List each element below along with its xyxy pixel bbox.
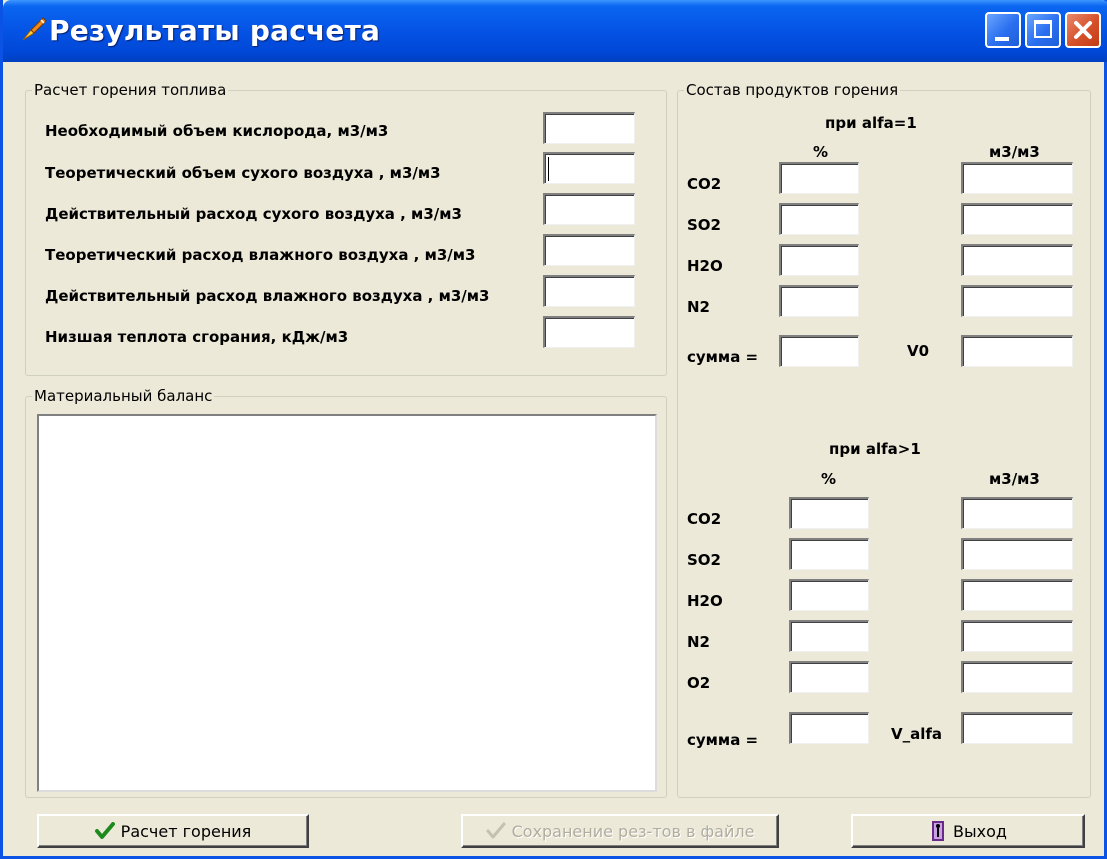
alfa1-so2-percent-field[interactable]	[779, 203, 859, 235]
alfa1-row-label: N2	[687, 298, 710, 316]
alfa-gt1-heading: при alfa>1	[829, 440, 921, 458]
alfa-gt1-row-label: O2	[687, 674, 711, 692]
close-icon	[1074, 21, 1092, 39]
alfa-gt1-so2-percent-field[interactable]	[789, 538, 869, 570]
exit-door-icon	[929, 820, 947, 842]
alfa-gt1-volume-header: м3/м3	[989, 470, 1040, 488]
fuel-row-label: Теоретический расход влажного воздуха , …	[45, 246, 476, 264]
alfa-gt1-so2-volume-field[interactable]	[961, 538, 1073, 570]
lower-heating-value-field[interactable]	[543, 316, 635, 348]
alfa-gt1-row-label: H2O	[687, 592, 723, 610]
fuel-row-label: Низшая теплота сгорания, кДж/м3	[45, 328, 349, 346]
alfa1-v0-label: V0	[907, 342, 930, 360]
alfa-gt1-valfa-label: V_alfa	[891, 725, 943, 743]
alfa-gt1-co2-volume-field[interactable]	[961, 497, 1073, 529]
theoretical-dry-air-field[interactable]	[543, 152, 635, 184]
fuel-row-label: Необходимый объем кислорода, м3/м3	[45, 122, 389, 140]
alfa-gt1-n2-volume-field[interactable]	[961, 620, 1073, 652]
alfa1-row-label: CO2	[687, 175, 722, 193]
alfa1-h2o-percent-field[interactable]	[779, 244, 859, 276]
save-results-label: Сохранение рез-тов в файле	[511, 821, 755, 841]
checkmark-icon	[486, 822, 506, 840]
material-balance-group-title: Материальный баланс	[32, 387, 215, 405]
alfa-gt1-sum-label: сумма =	[687, 731, 759, 749]
alfa-gt1-o2-percent-field[interactable]	[789, 661, 869, 693]
exit-button[interactable]: Выход	[851, 814, 1085, 848]
alfa-gt1-sum-field[interactable]	[789, 712, 869, 744]
actual-wet-air-field[interactable]	[543, 275, 635, 307]
alfa1-row-label: H2O	[687, 257, 723, 275]
alfa1-n2-percent-field[interactable]	[779, 285, 859, 317]
alfa1-so2-volume-field[interactable]	[961, 203, 1073, 235]
checkmark-icon	[94, 822, 115, 840]
fuel-row-label: Действительный расход сухого воздуха , м…	[45, 205, 462, 223]
alfa-gt1-o2-volume-field[interactable]	[961, 661, 1073, 693]
alfa1-percent-header: %	[813, 143, 829, 161]
maximize-button[interactable]	[1025, 12, 1061, 48]
alfa-gt1-row-label: N2	[687, 633, 710, 651]
maximize-icon	[1034, 20, 1052, 38]
theoretical-wet-air-field[interactable]	[543, 234, 635, 266]
exit-label: Выход	[953, 821, 1007, 841]
material-balance-memo[interactable]	[37, 414, 657, 792]
close-button[interactable]	[1065, 12, 1101, 48]
app-icon	[19, 14, 49, 44]
minimize-button[interactable]	[985, 12, 1021, 48]
alfa1-h2o-volume-field[interactable]	[961, 244, 1073, 276]
calculate-combustion-label: Расчет горения	[120, 821, 252, 841]
combustion-products-group-title: Состав продуктов горения	[684, 81, 901, 99]
minimize-icon	[995, 37, 1009, 41]
alfa1-co2-percent-field[interactable]	[779, 162, 859, 194]
alfa-gt1-n2-percent-field[interactable]	[789, 620, 869, 652]
alfa1-sum-field[interactable]	[779, 335, 859, 367]
calculate-combustion-button[interactable]: Расчет горения	[37, 814, 309, 848]
results-window: Результаты расчета Расчет горения топлив…	[0, 0, 1107, 859]
alfa1-row-label: SO2	[687, 216, 721, 234]
alfa1-v0-field[interactable]	[961, 335, 1073, 367]
oxygen-volume-field[interactable]	[543, 112, 635, 144]
alfa-gt1-h2o-volume-field[interactable]	[961, 579, 1073, 611]
alfa1-heading: при alfa=1	[825, 114, 917, 132]
alfa-gt1-row-label: CO2	[687, 510, 722, 528]
alfa1-co2-volume-field[interactable]	[961, 162, 1073, 194]
alfa1-n2-volume-field[interactable]	[961, 285, 1073, 317]
fuel-combustion-group-title: Расчет горения топлива	[32, 81, 229, 99]
text-caret	[548, 157, 549, 181]
alfa-gt1-valfa-field[interactable]	[961, 712, 1073, 744]
alfa-gt1-co2-percent-field[interactable]	[789, 497, 869, 529]
title-bar[interactable]: Результаты расчета	[3, 0, 1107, 62]
actual-dry-air-field[interactable]	[543, 193, 635, 225]
alfa1-sum-label: сумма =	[687, 348, 759, 366]
fuel-row-label: Действительный расход влажного воздуха ,…	[45, 287, 490, 305]
save-results-button[interactable]: Сохранение рез-тов в файле	[461, 814, 779, 848]
window-title: Результаты расчета	[49, 14, 381, 47]
alfa-gt1-row-label: SO2	[687, 551, 721, 569]
alfa1-volume-header: м3/м3	[989, 143, 1040, 161]
alfa-gt1-percent-header: %	[821, 470, 837, 488]
alfa-gt1-h2o-percent-field[interactable]	[789, 579, 869, 611]
fuel-row-label: Теоретический объем сухого воздуха , м3/…	[45, 164, 441, 182]
